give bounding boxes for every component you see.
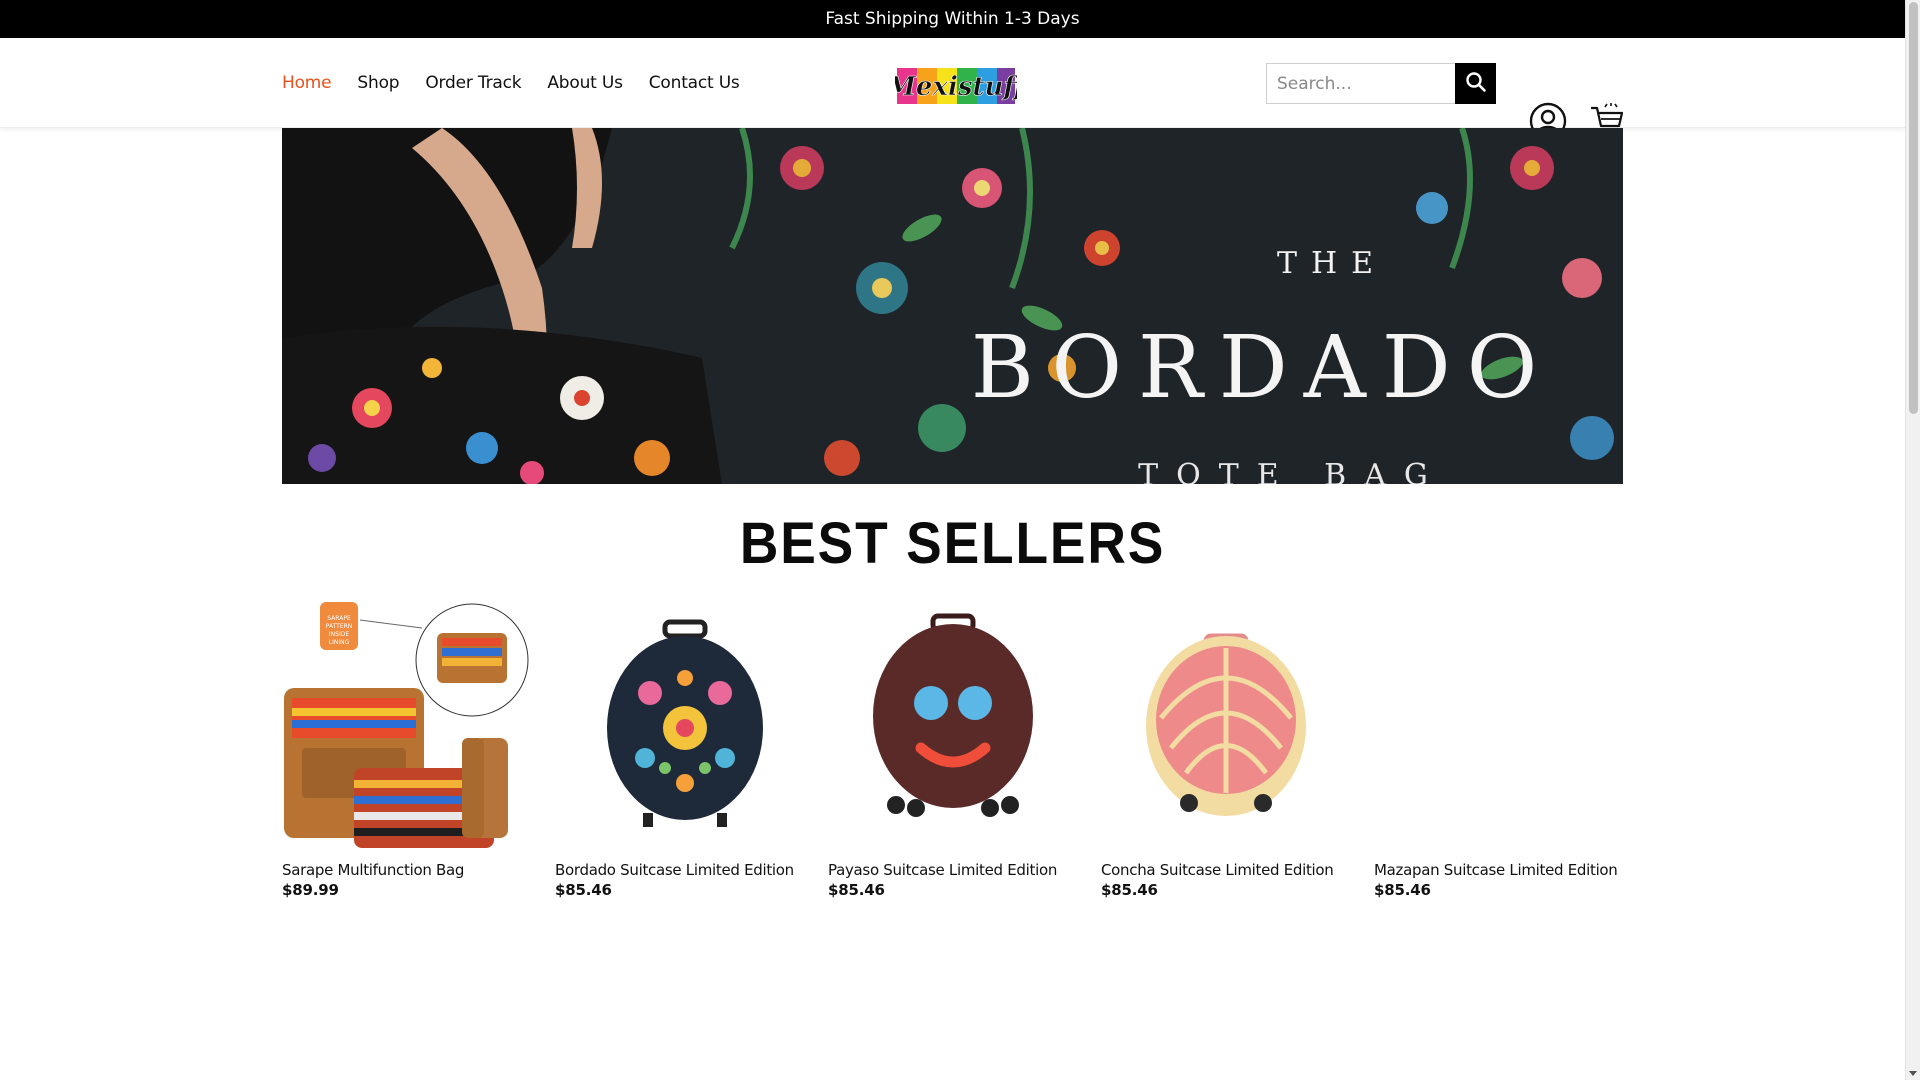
nav-about-us[interactable]: About Us <box>547 73 623 93</box>
badge-text-3: INSIDE <box>329 631 349 638</box>
product-card[interactable]: Concha Suitcase Limited Edition $85.46 <box>1101 598 1349 899</box>
product-price: $85.46 <box>1101 881 1158 899</box>
product-image[interactable]: SARAPE PATTERN INSIDE LINING <box>282 598 530 854</box>
scroll-down-arrow-icon[interactable] <box>1909 1071 1917 1076</box>
hero-banner[interactable]: THE BORDADO TOTE BAG <box>282 128 1623 484</box>
site-header: Home Shop Order Track About Us Contact U… <box>0 38 1905 140</box>
product-image[interactable] <box>555 598 803 854</box>
product-name[interactable]: Payaso Suitcase Limited Edition <box>828 861 1076 879</box>
search-icon <box>1465 71 1487 96</box>
product-card[interactable]: SARAPE PATTERN INSIDE LINING Sarape Mult… <box>282 598 530 899</box>
page-scrollbar[interactable] <box>1905 0 1920 1080</box>
nav-contact-us[interactable]: Contact Us <box>649 73 740 93</box>
search-form <box>1266 63 1496 104</box>
product-name[interactable]: Bordado Suitcase Limited Edition <box>555 861 803 879</box>
hero-image <box>282 128 1623 484</box>
nav-home[interactable]: Home <box>282 73 332 93</box>
product-grid: SARAPE PATTERN INSIDE LINING Sarape Mult… <box>282 598 1623 899</box>
svg-text:Mexistuff: Mexistuff <box>895 72 1017 102</box>
badge-text-1: SARAPE <box>327 615 351 622</box>
page: Fast Shipping Within 1-3 Days Home Shop … <box>0 0 1905 1080</box>
product-card[interactable]: Bordado Suitcase Limited Edition $85.46 <box>555 598 803 899</box>
product-price: $85.46 <box>828 881 885 899</box>
product-card[interactable]: Payaso Suitcase Limited Edition $85.46 <box>828 598 1076 899</box>
main-nav: Home Shop Order Track About Us Contact U… <box>282 38 740 128</box>
product-image[interactable] <box>828 598 1076 854</box>
badge-text-4: LINING <box>329 639 350 646</box>
product-name[interactable]: Mazapan Suitcase Limited Edition <box>1374 861 1622 879</box>
search-input[interactable] <box>1266 63 1455 104</box>
announcement-bar: Fast Shipping Within 1-3 Days <box>0 0 1905 38</box>
search-button[interactable] <box>1455 63 1496 104</box>
product-name[interactable]: Sarape Multifunction Bag <box>282 861 530 879</box>
product-price: $89.99 <box>282 881 339 899</box>
product-price: $85.46 <box>1374 881 1431 899</box>
product-name[interactable]: Concha Suitcase Limited Edition <box>1101 861 1349 879</box>
best-sellers-title: BEST SELLERS <box>739 511 1166 576</box>
nav-order-track[interactable]: Order Track <box>425 73 521 93</box>
product-price: $85.46 <box>555 881 612 899</box>
site-logo[interactable]: Mexistuff <box>886 64 1030 108</box>
announcement-text: Fast Shipping Within 1-3 Days <box>825 9 1080 29</box>
product-image[interactable] <box>1101 598 1349 854</box>
nav-shop[interactable]: Shop <box>357 73 399 93</box>
scrollbar-thumb[interactable] <box>1909 2 1918 414</box>
product-image[interactable] <box>1374 598 1622 854</box>
badge-text-2: PATTERN <box>326 623 353 630</box>
product-card[interactable]: Mazapan Suitcase Limited Edition $85.46 <box>1374 598 1622 899</box>
